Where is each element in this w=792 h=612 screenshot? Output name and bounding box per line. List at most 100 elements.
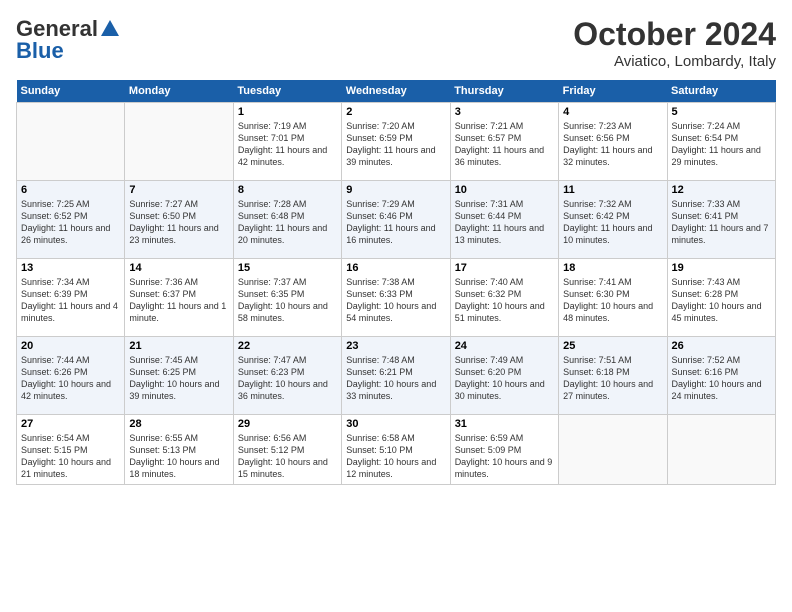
calendar-row: 1 Sunrise: 7:19 AMSunset: 7:01 PMDaylight… <box>17 103 776 181</box>
col-saturday: Saturday <box>667 80 775 103</box>
day-number: 21 <box>129 340 228 352</box>
calendar-row: 27 Sunrise: 6:54 AMSunset: 5:15 PMDayligh… <box>17 415 776 485</box>
table-row: 11 Sunrise: 7:32 AMSunset: 6:42 PMDayligh… <box>559 181 667 259</box>
day-detail: Sunrise: 7:40 AMSunset: 6:32 PMDaylight:… <box>455 277 545 323</box>
calendar-page: General Blue October 2024 Aviatico, Lomb… <box>0 0 792 612</box>
table-row: 13Sunrise: 7:34 AMSunset: 6:39 PMDayligh… <box>17 259 125 337</box>
table-row: 7 Sunrise: 7:27 AMSunset: 6:50 PMDaylight… <box>125 181 233 259</box>
day-number: 16 <box>346 262 445 274</box>
day-number: 2 <box>346 106 445 118</box>
title-block: October 2024 Aviatico, Lombardy, Italy <box>573 16 776 70</box>
calendar-row: 13Sunrise: 7:34 AMSunset: 6:39 PMDayligh… <box>17 259 776 337</box>
day-detail: Sunrise: 7:36 AMSunset: 6:37 PMDaylight:… <box>129 277 226 323</box>
day-number: 26 <box>672 340 771 352</box>
table-row: 5Sunrise: 7:24 AMSunset: 6:54 PMDaylight… <box>667 103 775 181</box>
table-row: 9Sunrise: 7:29 AMSunset: 6:46 PMDaylight… <box>342 181 450 259</box>
table-row: 16 Sunrise: 7:38 AMSunset: 6:33 PMDayligh… <box>342 259 450 337</box>
day-detail: Sunrise: 7:23 AMSunset: 6:56 PMDaylight:… <box>563 121 652 167</box>
day-number: 15 <box>238 262 337 274</box>
day-detail: Sunrise: 6:54 AMSunset: 5:15 PMDaylight:… <box>21 433 111 479</box>
table-row: 27 Sunrise: 6:54 AMSunset: 5:15 PMDayligh… <box>17 415 125 485</box>
table-row: 10 Sunrise: 7:31 AMSunset: 6:44 PMDayligh… <box>450 181 558 259</box>
col-friday: Friday <box>559 80 667 103</box>
table-row: 25 Sunrise: 7:51 AMSunset: 6:18 PMDayligh… <box>559 337 667 415</box>
table-row: 22 Sunrise: 7:47 AMSunset: 6:23 PMDayligh… <box>233 337 341 415</box>
table-row: 15 Sunrise: 7:37 AMSunset: 6:35 PMDayligh… <box>233 259 341 337</box>
day-detail: Sunrise: 7:37 AMSunset: 6:35 PMDaylight:… <box>238 277 328 323</box>
day-number: 19 <box>672 262 771 274</box>
day-detail: Sunrise: 7:41 AMSunset: 6:30 PMDaylight:… <box>563 277 653 323</box>
day-detail: Sunrise: 7:49 AMSunset: 6:20 PMDaylight:… <box>455 355 545 401</box>
day-number: 28 <box>129 418 228 430</box>
col-monday: Monday <box>125 80 233 103</box>
table-row: 28 Sunrise: 6:55 AMSunset: 5:13 PMDayligh… <box>125 415 233 485</box>
day-detail: Sunrise: 7:20 AMSunset: 6:59 PMDaylight:… <box>346 121 435 167</box>
day-detail: Sunrise: 7:32 AMSunset: 6:42 PMDaylight:… <box>563 199 652 245</box>
day-detail: Sunrise: 7:33 AMSunset: 6:41 PMDaylight:… <box>672 199 769 245</box>
table-row: 8Sunrise: 7:28 AMSunset: 6:48 PMDaylight… <box>233 181 341 259</box>
day-detail: Sunrise: 7:21 AMSunset: 6:57 PMDaylight:… <box>455 121 544 167</box>
day-detail: Sunrise: 7:43 AMSunset: 6:28 PMDaylight:… <box>672 277 762 323</box>
table-row <box>559 415 667 485</box>
day-number: 10 <box>455 184 554 196</box>
logo-icon <box>99 18 121 40</box>
header: General Blue October 2024 Aviatico, Lomb… <box>16 16 776 70</box>
table-row: 31 Sunrise: 6:59 AMSunset: 5:09 PMDayligh… <box>450 415 558 485</box>
day-number: 23 <box>346 340 445 352</box>
table-row: 14Sunrise: 7:36 AMSunset: 6:37 PMDayligh… <box>125 259 233 337</box>
day-number: 18 <box>563 262 662 274</box>
day-number: 30 <box>346 418 445 430</box>
day-number: 1 <box>238 106 337 118</box>
day-detail: Sunrise: 6:55 AMSunset: 5:13 PMDaylight:… <box>129 433 219 479</box>
day-number: 25 <box>563 340 662 352</box>
table-row: 24 Sunrise: 7:49 AMSunset: 6:20 PMDayligh… <box>450 337 558 415</box>
day-number: 12 <box>672 184 771 196</box>
logo: General Blue <box>16 16 122 64</box>
table-row <box>667 415 775 485</box>
table-row: 17 Sunrise: 7:40 AMSunset: 6:32 PMDayligh… <box>450 259 558 337</box>
table-row: 21Sunrise: 7:45 AMSunset: 6:25 PMDayligh… <box>125 337 233 415</box>
table-row: 30Sunrise: 6:58 AMSunset: 5:10 PMDayligh… <box>342 415 450 485</box>
day-number: 22 <box>238 340 337 352</box>
day-detail: Sunrise: 7:47 AMSunset: 6:23 PMDaylight:… <box>238 355 328 401</box>
day-number: 9 <box>346 184 445 196</box>
table-row: 6Sunrise: 7:25 AMSunset: 6:52 PMDaylight… <box>17 181 125 259</box>
location: Aviatico, Lombardy, Italy <box>573 53 776 70</box>
col-wednesday: Wednesday <box>342 80 450 103</box>
table-row <box>17 103 125 181</box>
day-detail: Sunrise: 7:38 AMSunset: 6:33 PMDaylight:… <box>346 277 436 323</box>
header-row: Sunday Monday Tuesday Wednesday Thursday… <box>17 80 776 103</box>
day-detail: Sunrise: 7:27 AMSunset: 6:50 PMDaylight:… <box>129 199 218 245</box>
day-number: 29 <box>238 418 337 430</box>
day-number: 27 <box>21 418 120 430</box>
calendar-row: 20Sunrise: 7:44 AMSunset: 6:26 PMDayligh… <box>17 337 776 415</box>
day-detail: Sunrise: 7:19 AMSunset: 7:01 PMDaylight:… <box>238 121 327 167</box>
table-row: 1 Sunrise: 7:19 AMSunset: 7:01 PMDaylight… <box>233 103 341 181</box>
table-row: 19 Sunrise: 7:43 AMSunset: 6:28 PMDayligh… <box>667 259 775 337</box>
day-number: 31 <box>455 418 554 430</box>
table-row: 23Sunrise: 7:48 AMSunset: 6:21 PMDayligh… <box>342 337 450 415</box>
table-row: 3Sunrise: 7:21 AMSunset: 6:57 PMDaylight… <box>450 103 558 181</box>
day-number: 24 <box>455 340 554 352</box>
day-number: 6 <box>21 184 120 196</box>
day-detail: Sunrise: 6:56 AMSunset: 5:12 PMDaylight:… <box>238 433 328 479</box>
day-number: 20 <box>21 340 120 352</box>
day-number: 7 <box>129 184 228 196</box>
col-sunday: Sunday <box>17 80 125 103</box>
month-title: October 2024 <box>573 16 776 53</box>
table-row: 2 Sunrise: 7:20 AMSunset: 6:59 PMDaylight… <box>342 103 450 181</box>
col-thursday: Thursday <box>450 80 558 103</box>
day-detail: Sunrise: 6:59 AMSunset: 5:09 PMDaylight:… <box>455 433 553 479</box>
table-row: 12 Sunrise: 7:33 AMSunset: 6:41 PMDayligh… <box>667 181 775 259</box>
table-row: 18 Sunrise: 7:41 AMSunset: 6:30 PMDayligh… <box>559 259 667 337</box>
day-detail: Sunrise: 7:24 AMSunset: 6:54 PMDaylight:… <box>672 121 761 167</box>
day-number: 11 <box>563 184 662 196</box>
day-detail: Sunrise: 7:31 AMSunset: 6:44 PMDaylight:… <box>455 199 544 245</box>
day-number: 17 <box>455 262 554 274</box>
table-row: 20Sunrise: 7:44 AMSunset: 6:26 PMDayligh… <box>17 337 125 415</box>
col-tuesday: Tuesday <box>233 80 341 103</box>
table-row: 29 Sunrise: 6:56 AMSunset: 5:12 PMDayligh… <box>233 415 341 485</box>
table-row: 4Sunrise: 7:23 AMSunset: 6:56 PMDaylight… <box>559 103 667 181</box>
day-detail: Sunrise: 7:51 AMSunset: 6:18 PMDaylight:… <box>563 355 653 401</box>
day-detail: Sunrise: 7:52 AMSunset: 6:16 PMDaylight:… <box>672 355 762 401</box>
